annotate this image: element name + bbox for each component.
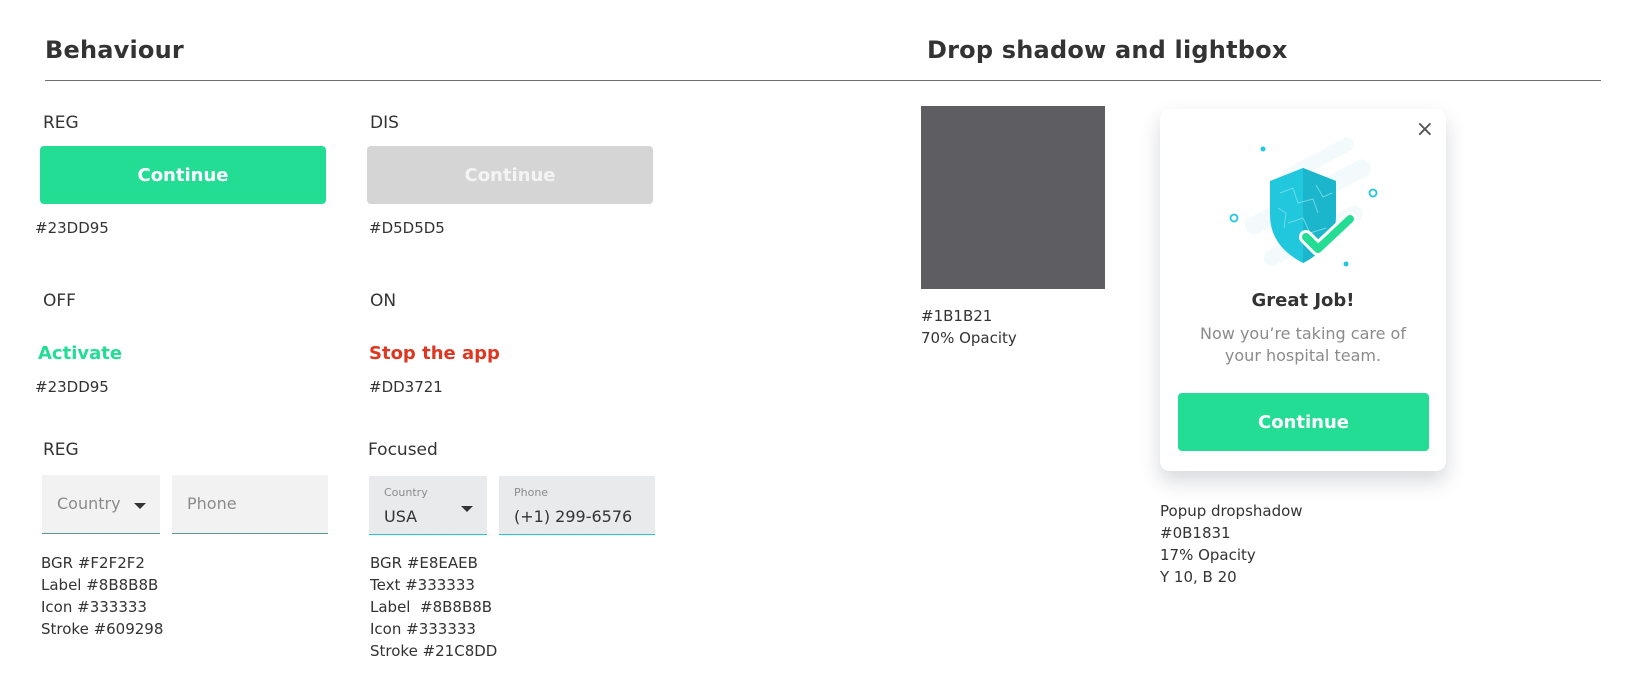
popup-body-line: your hospital team. bbox=[1224, 346, 1382, 365]
continue-button[interactable]: Continue bbox=[40, 146, 326, 204]
spec-line: Popup dropshadow bbox=[1160, 502, 1303, 520]
spec-line: Icon #333333 bbox=[41, 598, 147, 616]
phone-placeholder: Phone bbox=[187, 494, 237, 513]
popup-dialog: × Great Job! Now you’re taking care of y… bbox=[1160, 109, 1446, 471]
lightbox-hex: #1B1B21 bbox=[921, 307, 993, 325]
phone-mini-label: Phone bbox=[514, 486, 549, 499]
spec-line: Y 10, B 20 bbox=[1160, 568, 1237, 586]
disabled-continue-button: Continue bbox=[367, 146, 653, 204]
phone-input-focused[interactable]: Phone (+1) 299-6576 bbox=[499, 476, 655, 535]
chevron-down-icon bbox=[134, 503, 146, 509]
popup-title: Great Job! bbox=[1251, 290, 1355, 311]
spec-line: #0B1831 bbox=[1160, 524, 1231, 542]
on-state-label: ON bbox=[370, 291, 397, 311]
country-value: USA bbox=[384, 507, 418, 526]
dis-button-hex: #D5D5D5 bbox=[369, 219, 445, 237]
focused-input-label: Focused bbox=[368, 440, 438, 460]
spec-line: Text #333333 bbox=[370, 576, 475, 594]
reg-input-label: REG bbox=[43, 440, 79, 460]
spec-line: Icon #333333 bbox=[370, 620, 476, 638]
phone-value: (+1) 299-6576 bbox=[514, 507, 633, 526]
off-state-label: OFF bbox=[43, 291, 76, 311]
activate-link[interactable]: Activate bbox=[38, 343, 122, 364]
popup-body-line: Now you’re taking care of bbox=[1200, 324, 1406, 343]
phone-input[interactable]: Phone bbox=[172, 475, 328, 534]
lightbox-specs: #1B1B21 70% Opacity bbox=[921, 305, 1017, 349]
chevron-down-icon bbox=[461, 506, 473, 512]
spec-line: Label #8B8B8B bbox=[370, 598, 493, 616]
reg-button-label: REG bbox=[43, 113, 79, 133]
spec-line: BGR #F2F2F2 bbox=[41, 554, 145, 572]
country-mini-label: Country bbox=[384, 486, 428, 499]
stop-app-link[interactable]: Stop the app bbox=[369, 343, 500, 364]
spec-line: 17% Opacity bbox=[1160, 546, 1256, 564]
behaviour-title: Behaviour bbox=[45, 36, 184, 64]
focused-input-specs: BGR #E8EAEB Text #333333 Label #8B8B8B I… bbox=[370, 552, 497, 662]
close-icon[interactable]: × bbox=[1416, 119, 1434, 141]
country-select[interactable]: Country bbox=[42, 475, 160, 534]
country-placeholder: Country bbox=[57, 494, 121, 513]
country-select-focused[interactable]: Country USA bbox=[369, 476, 487, 535]
lightbox-swatch bbox=[921, 106, 1105, 289]
dis-button-label: DIS bbox=[370, 113, 399, 133]
lightbox-opacity: 70% Opacity bbox=[921, 329, 1017, 347]
reg-button-hex: #23DD95 bbox=[35, 219, 109, 237]
popup-continue-button[interactable]: Continue bbox=[1178, 393, 1429, 451]
popup-body: Now you’re taking care of your hospital … bbox=[1180, 323, 1426, 367]
header-divider bbox=[45, 80, 1601, 81]
stop-app-hex: #DD3721 bbox=[369, 378, 443, 396]
spec-line: BGR #E8EAEB bbox=[370, 554, 478, 572]
popup-specs: Popup dropshadow #0B1831 17% Opacity Y 1… bbox=[1160, 500, 1303, 588]
spec-line: Stroke #609298 bbox=[41, 620, 164, 638]
activate-hex: #23DD95 bbox=[35, 378, 109, 396]
spec-line: Label #8B8B8B bbox=[41, 576, 159, 594]
shadow-section-title: Drop shadow and lightbox bbox=[927, 36, 1288, 64]
reg-input-specs: BGR #F2F2F2 Label #8B8B8B Icon #333333 S… bbox=[41, 552, 163, 640]
spec-line: Stroke #21C8DD bbox=[370, 642, 498, 660]
shield-check-icon bbox=[1229, 137, 1378, 267]
